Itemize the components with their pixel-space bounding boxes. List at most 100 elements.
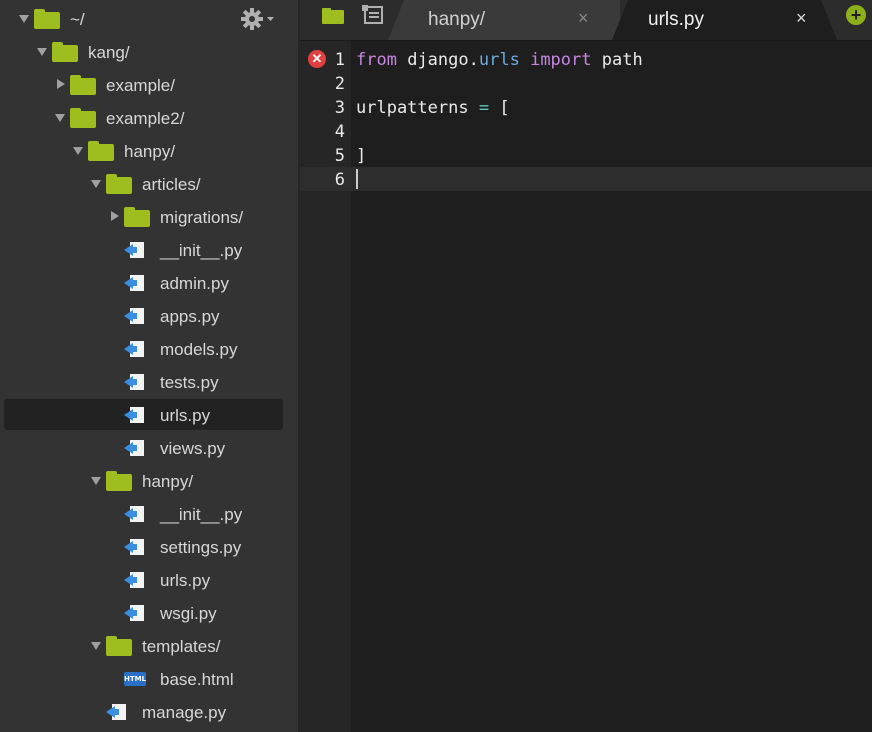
tree-file-item[interactable]: apps.py xyxy=(0,299,298,332)
collapse-arrow-icon[interactable] xyxy=(37,48,47,56)
python-file-icon xyxy=(124,439,146,457)
tab-label: urls.py xyxy=(648,9,704,30)
close-icon[interactable]: × xyxy=(796,8,807,29)
expand-arrow-icon[interactable] xyxy=(57,79,65,89)
folder-icon xyxy=(34,9,60,29)
line-number-gutter xyxy=(300,41,351,732)
folder-icon xyxy=(106,174,132,194)
tree-item-label: models.py xyxy=(160,340,238,359)
keyword-token: from xyxy=(356,50,397,70)
python-file-icon xyxy=(106,703,128,721)
text-cursor xyxy=(356,169,358,189)
code-line-5[interactable]: ] xyxy=(356,146,366,166)
close-icon[interactable]: × xyxy=(578,8,589,29)
name-token: path xyxy=(601,50,643,70)
active-line-highlight xyxy=(300,167,872,191)
tree-root-label: ~/ xyxy=(70,10,85,29)
tree-item-label: views.py xyxy=(160,439,226,458)
code-editor[interactable] xyxy=(351,41,872,732)
line-number: 1 xyxy=(334,50,345,70)
tree-folder-item[interactable]: example/ xyxy=(0,68,298,101)
collapse-arrow-icon[interactable] xyxy=(91,180,101,188)
tree-item-label: wsgi.py xyxy=(160,604,217,623)
tree-item-label: hanpy/ xyxy=(142,472,194,491)
file-tree-sidebar: ~/ kang/example/example2/hanpy/articles/… xyxy=(0,0,300,732)
new-tab-button[interactable]: + xyxy=(846,5,866,25)
tree-item-label: manage.py xyxy=(142,703,227,722)
tree-folder-item[interactable]: kang/ xyxy=(0,35,298,68)
tab-urls-py[interactable]: urls.py × xyxy=(612,0,837,40)
expand-arrow-icon[interactable] xyxy=(111,211,119,221)
collapse-arrow-icon[interactable] xyxy=(73,147,83,155)
settings-gear-icon[interactable] xyxy=(240,7,276,31)
python-file-icon xyxy=(124,307,146,325)
operator-token: = xyxy=(478,98,490,118)
file-list-icon[interactable] xyxy=(362,5,384,30)
tree-file-item[interactable]: urls.py xyxy=(0,398,298,431)
python-file-icon xyxy=(124,406,146,424)
python-file-icon xyxy=(124,274,146,292)
line-number: 3 xyxy=(334,98,345,118)
tree-item-label: example/ xyxy=(106,76,175,95)
html-file-icon: HTML xyxy=(124,672,146,686)
tree-item-label: kang/ xyxy=(88,43,130,62)
tree-file-item[interactable]: settings.py xyxy=(0,530,298,563)
tree-file-item[interactable]: admin.py xyxy=(0,266,298,299)
tree-item-label: urls.py xyxy=(160,571,211,590)
python-file-icon xyxy=(124,505,146,523)
tree-item-label: __init__.py xyxy=(160,505,243,524)
tree-file-item[interactable]: models.py xyxy=(0,332,298,365)
bracket-token: [ xyxy=(499,98,510,118)
tree-file-item[interactable]: HTML base.html xyxy=(0,662,298,695)
folder-icon xyxy=(70,108,96,128)
code-line-1[interactable]: from django.urls import path xyxy=(356,50,643,70)
tree-file-item[interactable]: views.py xyxy=(0,431,298,464)
module-token: urls xyxy=(478,50,520,70)
collapse-arrow-icon[interactable] xyxy=(91,642,101,650)
folder-icon xyxy=(106,636,132,656)
tree-file-item[interactable]: urls.py xyxy=(0,563,298,596)
tree-item-label: migrations/ xyxy=(160,208,244,227)
line-number: 5 xyxy=(334,146,345,166)
dot-token: . xyxy=(468,50,479,70)
tree-folder-item[interactable]: hanpy/ xyxy=(0,464,298,497)
tree-item-label: articles/ xyxy=(142,175,201,194)
tree-folder-item[interactable]: example2/ xyxy=(0,101,298,134)
python-file-icon xyxy=(124,538,146,556)
tree-item-label: settings.py xyxy=(160,538,242,557)
keyword-token: import xyxy=(530,50,592,70)
python-file-icon xyxy=(124,604,146,622)
error-icon[interactable]: ✕ xyxy=(308,50,326,68)
bracket-token: ] xyxy=(356,146,367,166)
tree-folder-item[interactable]: templates/ xyxy=(0,629,298,662)
tree-file-item[interactable]: __init__.py xyxy=(0,497,298,530)
tree-item-label: example2/ xyxy=(106,109,185,128)
tree-file-item[interactable]: manage.py xyxy=(0,695,298,728)
tree-file-item[interactable]: tests.py xyxy=(0,365,298,398)
tree-folder-item[interactable]: hanpy/ xyxy=(0,134,298,167)
collapse-arrow-icon[interactable] xyxy=(55,114,65,122)
tree-item-label: hanpy/ xyxy=(124,142,176,161)
folder-icon xyxy=(70,75,96,95)
tree-item-label: tests.py xyxy=(160,373,219,392)
tree-file-item[interactable]: wsgi.py xyxy=(0,596,298,629)
tree-item-label: admin.py xyxy=(160,274,229,293)
expand-arrow-icon[interactable] xyxy=(19,15,29,23)
code-line-3[interactable]: urlpatterns = [ xyxy=(356,98,510,118)
tree-folder-item[interactable]: migrations/ xyxy=(0,200,298,233)
folder-icon xyxy=(124,207,150,227)
tree-folder-item[interactable]: articles/ xyxy=(0,167,298,200)
tree-file-item[interactable]: __init__.py xyxy=(0,233,298,266)
folder-icon xyxy=(106,471,132,491)
tab-hanpy[interactable]: hanpy/ × xyxy=(388,0,620,40)
line-number: 4 xyxy=(334,122,345,142)
folder-icon xyxy=(88,141,114,161)
tree-item-label: __init__.py xyxy=(160,241,243,260)
folder-icon[interactable] xyxy=(322,8,344,29)
name-token: urlpatterns xyxy=(356,98,469,118)
module-token: django xyxy=(407,50,469,70)
collapse-arrow-icon[interactable] xyxy=(91,477,101,485)
python-file-icon xyxy=(124,373,146,391)
line-number: 6 xyxy=(334,170,345,190)
tree-item-label: apps.py xyxy=(160,307,220,326)
